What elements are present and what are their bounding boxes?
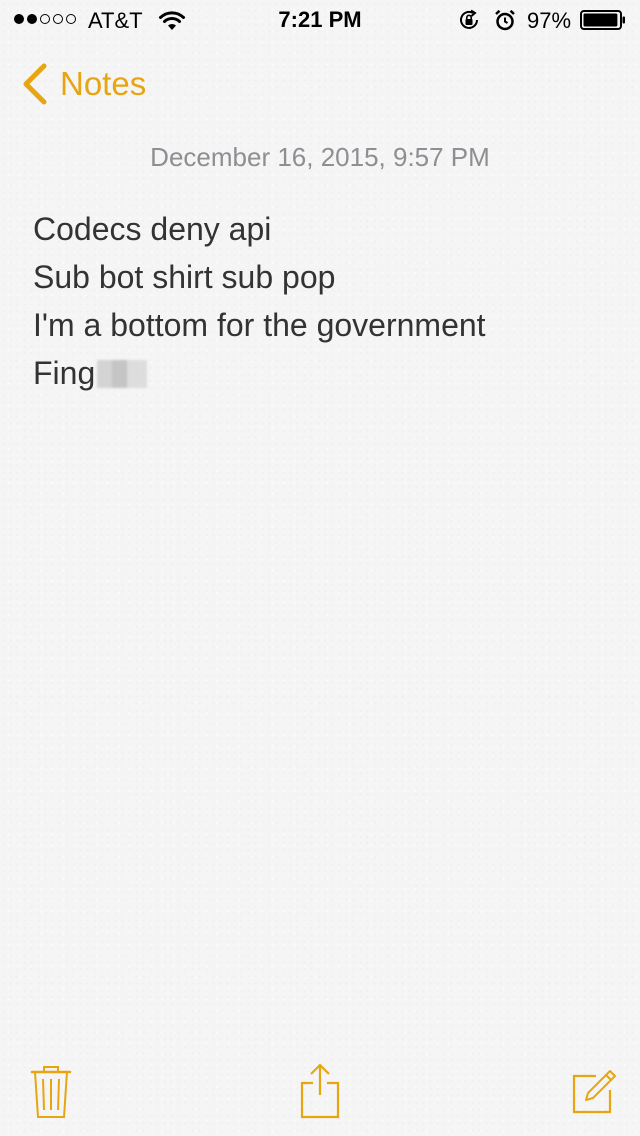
share-note-button[interactable] [298,1062,342,1120]
share-icon [300,1063,340,1119]
battery-icon [580,10,625,30]
note-date: December 16, 2015, 9:57 PM [150,142,490,172]
note-line[interactable]: I'm a bottom for the government [33,301,613,349]
status-bar: AT&T 7:21 PM 97% [0,0,640,40]
compose-note-button[interactable] [570,1068,616,1114]
alarm-icon [495,9,515,31]
note-line[interactable]: Sub bot shirt sub pop [33,253,613,301]
note-line[interactable]: Codecs deny api [33,205,613,253]
trash-icon [30,1066,72,1118]
rotation-lock-icon [460,9,478,29]
compose-icon [572,1070,616,1114]
note-body[interactable]: Codecs deny api Sub bot shirt sub pop I'… [33,205,613,397]
redacted-text [97,360,148,388]
battery-percent: 97% [527,8,572,33]
delete-note-button[interactable] [30,1064,72,1120]
note-line-text: Fing [33,355,96,391]
back-to-notes-button[interactable]: Notes [18,60,146,108]
back-button-label: Notes [60,65,147,102]
chevron-left-icon [23,63,47,105]
note-line[interactable]: Fing [33,349,613,397]
